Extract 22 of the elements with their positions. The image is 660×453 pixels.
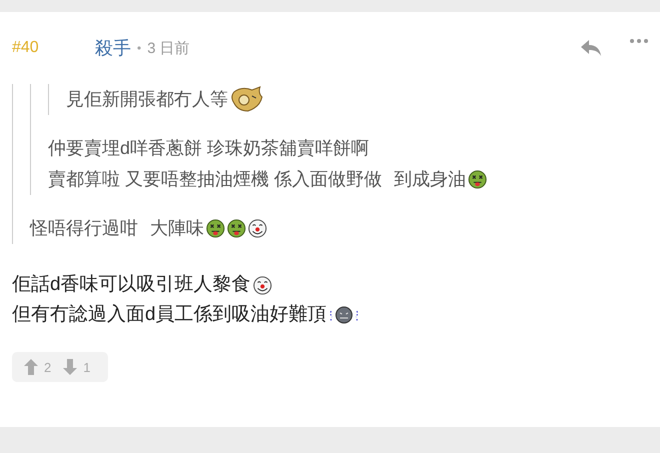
quote-text: 大陣味 <box>150 217 204 240</box>
post-time: 3 日前 <box>147 38 190 58</box>
reply-icon[interactable] <box>580 39 602 57</box>
author-link[interactable]: 殺手 <box>95 36 131 60</box>
quote-text: 賣都算啦 又要唔整抽油煙機 係入面做野做 <box>48 168 382 191</box>
sick-face-icon <box>468 170 488 189</box>
post-number: #40 <box>12 39 40 57</box>
quote-text: 仲要賣埋d咩香蔥餅 珍珠奶茶舖賣咩餅啊 <box>48 137 370 160</box>
separator: • <box>137 41 142 55</box>
more-icon[interactable] <box>630 39 648 43</box>
quote-text: 怪唔得行過咁 <box>30 217 138 240</box>
clown-face-icon <box>248 219 267 238</box>
quote-text: 見佢新開張都冇人等 <box>66 88 228 111</box>
comment-text: 但有冇諗過入面d員工係到吸油好難頂 <box>12 303 327 327</box>
comment-text: 佢話d香味可以吸引班人黎食 <box>12 273 251 297</box>
downvote-button[interactable]: 1 <box>63 359 96 375</box>
sick-face-icon <box>206 219 225 238</box>
quote-text: 到成身油 <box>394 168 466 191</box>
crying-face-icon <box>328 305 359 325</box>
upvote-button[interactable]: 2 <box>24 359 58 375</box>
clown-face-icon <box>252 276 272 294</box>
sick-face-icon <box>227 219 246 238</box>
